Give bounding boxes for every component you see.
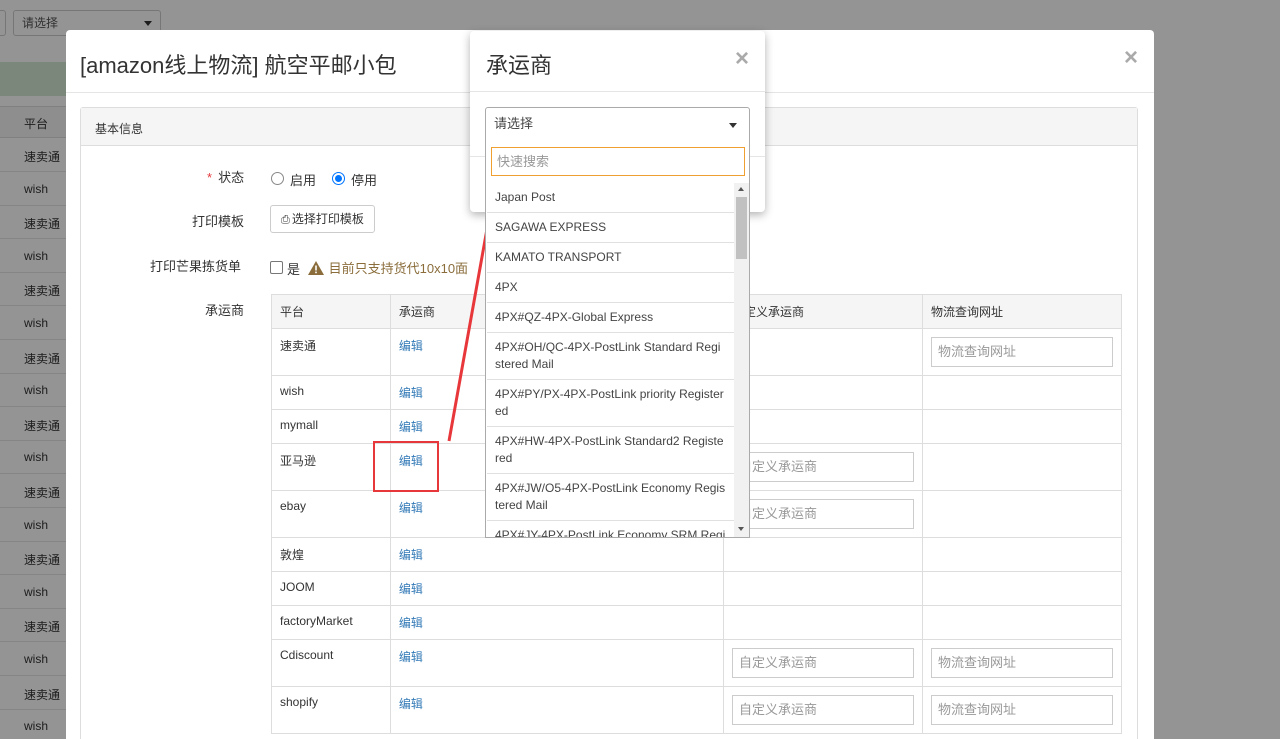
divider (470, 91, 765, 92)
scrollbar-thumb[interactable] (736, 197, 747, 259)
carrier-option[interactable]: 4PX#OH/QC-4PX-PostLink Standard Register… (487, 333, 734, 380)
carrier-option[interactable]: 4PX (487, 273, 734, 303)
carrier-option[interactable]: 4PX#JY-4PX-PostLink Economy SRM Register… (487, 521, 734, 537)
carrier-option[interactable]: Japan Post (487, 183, 734, 213)
carrier-option[interactable]: 4PX#HW-4PX-PostLink Standard2 Registered (487, 427, 734, 474)
carrier-option[interactable]: 4PX#QZ-4PX-Global Express (487, 303, 734, 333)
carrier-option[interactable]: 4PX#PY/PX-4PX-PostLink priority Register… (487, 380, 734, 427)
carrier-modal-title: 承运商 (486, 53, 553, 78)
dropdown-scrollbar[interactable] (734, 183, 749, 537)
carrier-option[interactable]: KAMATO TRANSPORT (487, 243, 734, 273)
scroll-up-icon[interactable] (738, 187, 744, 191)
carrier-select-value: 请选择 (494, 116, 534, 131)
carrier-option[interactable]: 4PX#JW/O5-4PX-PostLink Economy Registere… (487, 474, 734, 521)
carrier-dropdown: 快速搜索 Japan Post SAGAWA EXPRESS KAMATO TRAN… (485, 140, 750, 538)
carrier-select[interactable]: 请选择 (485, 107, 750, 141)
carrier-option[interactable]: SAGAWA EXPRESS (487, 213, 734, 243)
carrier-search-input[interactable]: 快速搜索 (491, 147, 745, 176)
chevron-down-icon (729, 123, 737, 128)
scroll-down-icon[interactable] (738, 527, 744, 531)
carrier-option-list: Japan Post SAGAWA EXPRESS KAMATO TRANSPORT… (487, 183, 734, 537)
close-icon[interactable]: × (735, 47, 749, 71)
